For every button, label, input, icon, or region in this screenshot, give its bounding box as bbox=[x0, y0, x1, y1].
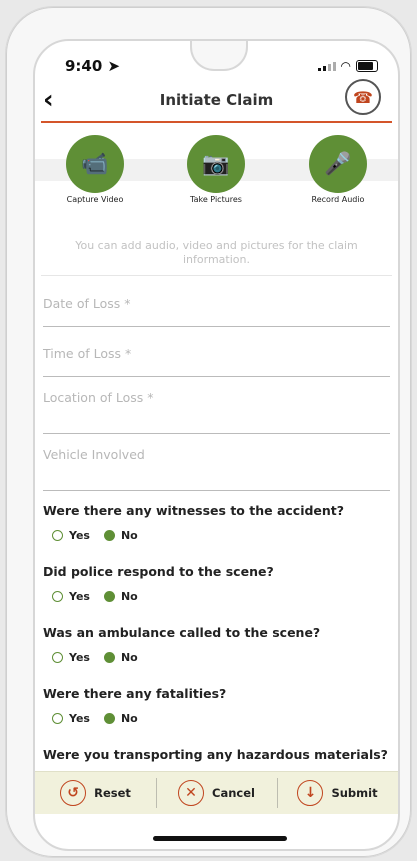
status-time: 9:40 ➤ bbox=[65, 57, 121, 75]
record-audio-button[interactable]: 🎤 Record Audio bbox=[288, 135, 388, 204]
radio-unselected-icon bbox=[52, 591, 63, 602]
radio-selected-icon bbox=[103, 652, 115, 663]
yes-label: Yes bbox=[69, 651, 90, 664]
submit-button[interactable]: ↓ Submit bbox=[277, 772, 398, 814]
date-of-loss-field[interactable]: Date of Loss * bbox=[43, 296, 390, 327]
status-icons: ◠ bbox=[317, 59, 378, 73]
battery-icon bbox=[356, 60, 378, 72]
reset-icon: ↺ bbox=[60, 780, 87, 806]
time-of-loss-field[interactable]: Time of Loss * bbox=[43, 346, 390, 377]
capture-video-label: Capture Video bbox=[66, 195, 124, 204]
helper-divider bbox=[41, 275, 392, 276]
cancel-label: Cancel bbox=[212, 786, 255, 800]
witnesses-yes-radio[interactable]: Yes bbox=[52, 529, 90, 542]
capture-video-button[interactable]: 📹 Capture Video bbox=[45, 135, 145, 204]
question-fatalities: Were there any fatalities? bbox=[43, 686, 227, 701]
media-actions: 📹 Capture Video 📷 Take Pictures 🎤 Record… bbox=[35, 135, 398, 205]
ambulance-no-radio[interactable]: No bbox=[103, 651, 138, 664]
wifi-icon: ◠ bbox=[340, 59, 351, 73]
radio-unselected-icon bbox=[52, 530, 63, 541]
question-ambulance: Was an ambulance called to the scene? bbox=[43, 625, 321, 640]
question-hazardous: Were you transporting any hazardous mate… bbox=[43, 747, 388, 762]
witnesses-no-radio[interactable]: No bbox=[103, 529, 138, 542]
police-no-radio[interactable]: No bbox=[103, 590, 138, 603]
reset-button[interactable]: ↺ Reset bbox=[35, 772, 156, 814]
vehicle-involved-label: Vehicle Involved bbox=[43, 447, 145, 462]
camera-icon: 📷 bbox=[187, 135, 245, 193]
yes-label: Yes bbox=[69, 712, 90, 725]
home-indicator[interactable] bbox=[153, 836, 287, 841]
phone-icon: ☎ bbox=[353, 87, 373, 107]
radio-selected-icon bbox=[103, 713, 115, 724]
radio-unselected-icon bbox=[52, 713, 63, 724]
no-label: No bbox=[120, 651, 138, 664]
time-of-loss-label: Time of Loss * bbox=[43, 346, 132, 361]
vehicle-involved-field[interactable]: Vehicle Involved bbox=[43, 447, 390, 491]
location-of-loss-field[interactable]: Location of Loss * bbox=[43, 390, 390, 434]
action-bar: ↺ Reset ✕ Cancel ↓ Submit bbox=[35, 771, 398, 814]
download-arrow-icon: ↓ bbox=[297, 780, 324, 806]
question-witnesses: Were there any witnesses to the accident… bbox=[43, 503, 345, 518]
app-header: ‹ Initiate Claim ☎ bbox=[35, 79, 398, 121]
radio-selected-icon bbox=[103, 591, 115, 602]
cancel-button[interactable]: ✕ Cancel bbox=[156, 772, 277, 814]
police-yes-radio[interactable]: Yes bbox=[52, 590, 90, 603]
yes-label: Yes bbox=[69, 529, 90, 542]
submit-label: Submit bbox=[331, 786, 378, 800]
fatalities-yes-radio[interactable]: Yes bbox=[52, 712, 90, 725]
take-pictures-label: Take Pictures bbox=[190, 195, 242, 204]
no-label: No bbox=[120, 529, 138, 542]
fatalities-radio-group: Yes No bbox=[52, 712, 138, 725]
radio-selected-icon bbox=[103, 530, 115, 541]
ambulance-radio-group: Yes No bbox=[52, 651, 138, 664]
fatalities-no-radio[interactable]: No bbox=[103, 712, 138, 725]
header-divider bbox=[41, 121, 392, 123]
phone-frame: 9:40 ➤ ◠ ‹ Initiate Claim ☎ 📹 Capture Vi… bbox=[5, 6, 412, 858]
call-button[interactable]: ☎ bbox=[345, 79, 381, 115]
question-police: Did police respond to the scene? bbox=[43, 564, 274, 579]
take-pictures-button[interactable]: 📷 Take Pictures bbox=[166, 135, 266, 204]
status-bar: 9:40 ➤ ◠ bbox=[35, 41, 398, 81]
police-radio-group: Yes No bbox=[52, 590, 138, 603]
media-helper-text: You can add audio, video and pictures fo… bbox=[75, 239, 358, 266]
radio-unselected-icon bbox=[52, 652, 63, 663]
video-camera-icon: 📹 bbox=[66, 135, 124, 193]
microphone-icon: 🎤 bbox=[309, 135, 367, 193]
app-screen: 9:40 ➤ ◠ ‹ Initiate Claim ☎ 📹 Capture Vi… bbox=[33, 39, 400, 851]
witnesses-radio-group: Yes No bbox=[52, 529, 138, 542]
page-title: Initiate Claim bbox=[159, 91, 274, 109]
location-of-loss-label: Location of Loss * bbox=[43, 390, 154, 405]
date-of-loss-label: Date of Loss * bbox=[43, 296, 131, 311]
no-label: No bbox=[120, 712, 138, 725]
reset-label: Reset bbox=[94, 786, 131, 800]
signal-icon bbox=[317, 61, 336, 71]
close-icon: ✕ bbox=[178, 780, 205, 806]
yes-label: Yes bbox=[69, 590, 90, 603]
record-audio-label: Record Audio bbox=[311, 195, 365, 204]
ambulance-yes-radio[interactable]: Yes bbox=[52, 651, 90, 664]
no-label: No bbox=[120, 590, 138, 603]
